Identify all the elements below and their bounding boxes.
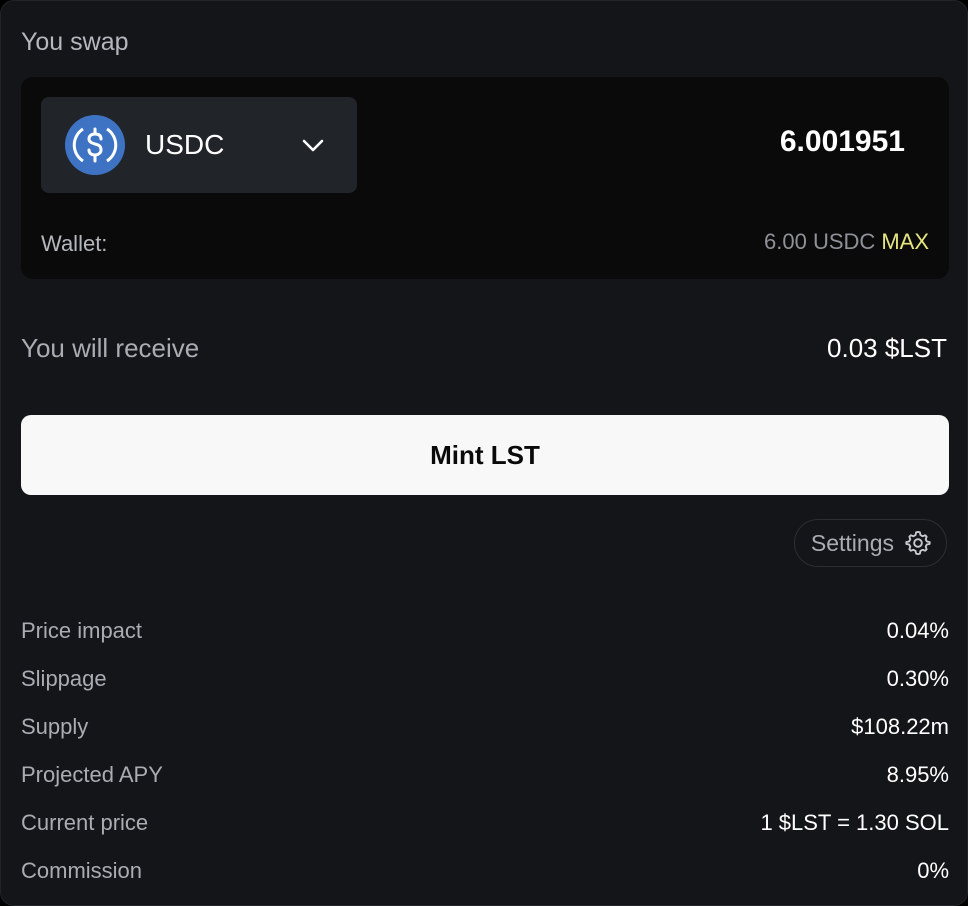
stat-row-slippage: Slippage 0.30% [21, 661, 949, 709]
stat-label: Current price [21, 810, 149, 835]
settings-label: Settings [810, 529, 894, 556]
stat-value: 0.30% [886, 666, 949, 691]
stat-label: Supply [21, 714, 89, 739]
token-select[interactable]: USDC [41, 97, 357, 193]
max-button[interactable]: MAX [881, 229, 929, 254]
usdc-icon [65, 115, 125, 175]
wallet-label: Wallet: [41, 231, 108, 256]
stat-value: 1 $LST = 1.30 SOL [760, 810, 949, 835]
swap-stats: Price impact 0.04% Slippage 0.30% Supply… [21, 613, 949, 901]
mint-lst-button[interactable]: Mint LST [21, 415, 949, 495]
swap-input-panel: USDC Wallet: 6.00 USDCMAX [21, 77, 949, 279]
gear-icon [905, 530, 931, 556]
stat-label: Projected APY [21, 762, 163, 787]
stat-value: 0% [917, 858, 949, 883]
stat-label: Commission [21, 858, 143, 883]
stat-row-price-impact: Price impact 0.04% [21, 613, 949, 661]
receive-label: You will receive [21, 333, 200, 363]
stat-row-projected-apy: Projected APY 8.95% [21, 757, 949, 805]
token-symbol: USDC [145, 129, 225, 160]
stat-value: 0.04% [886, 618, 949, 643]
stat-label: Price impact [21, 618, 143, 643]
chevron-down-icon [302, 139, 324, 152]
stat-row-commission: Commission 0% [21, 853, 949, 901]
stat-value: $108.22m [851, 714, 949, 739]
stat-row-supply: Supply $108.22m [21, 709, 949, 757]
stat-row-current-price: Current price 1 $LST = 1.30 SOL [21, 805, 949, 853]
wallet-balance: 6.00 USDC [764, 229, 876, 254]
stat-value: 8.95% [886, 762, 949, 787]
settings-button[interactable]: Settings [793, 519, 947, 567]
amount-input[interactable] [545, 125, 905, 159]
swap-card: You swap USDC Wallet: 6.00 USDCMAX You w… [0, 0, 968, 906]
receive-value: 0.03 $LST [827, 333, 947, 363]
stat-label: Slippage [21, 666, 107, 691]
wallet-balance-row: 6.00 USDC MAX [764, 227, 929, 257]
swap-title: You swap [21, 28, 129, 56]
